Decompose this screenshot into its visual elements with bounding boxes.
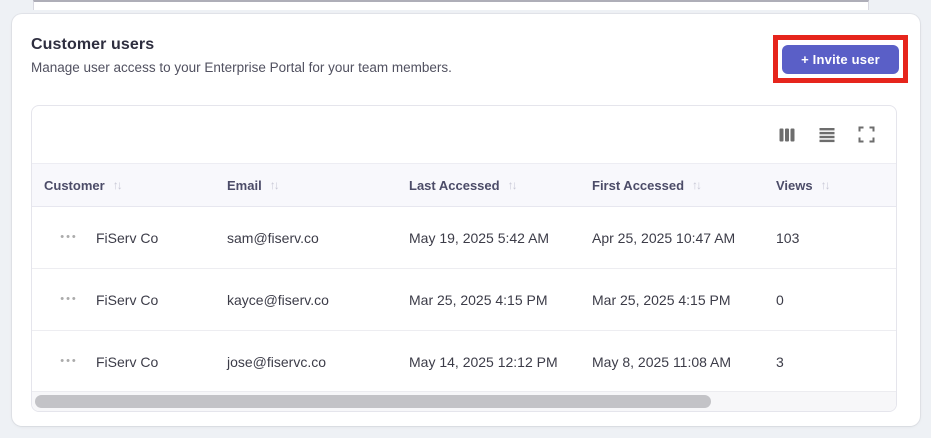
sort-icon[interactable]: ↑↓ bbox=[508, 178, 518, 192]
row-menu-icon[interactable]: ••• bbox=[58, 232, 80, 243]
invite-user-button[interactable]: + Invite user bbox=[782, 44, 899, 74]
email-cell: kayce@fiserv.co bbox=[227, 291, 329, 308]
column-header-views[interactable]: Views ↑↓ bbox=[764, 178, 896, 193]
column-label: Views bbox=[776, 177, 813, 193]
columns-icon[interactable] bbox=[778, 126, 796, 144]
density-icon[interactable] bbox=[818, 126, 836, 144]
table-toolbar bbox=[32, 106, 896, 163]
table-header-row: Customer ↑↓ Email ↑↓ Last Accessed ↑↓ Fi… bbox=[32, 163, 896, 207]
sort-icon[interactable]: ↑↓ bbox=[270, 178, 280, 192]
views-cell: 0 bbox=[776, 291, 784, 308]
column-header-customer[interactable]: Customer ↑↓ bbox=[32, 178, 215, 193]
customer-name: FiServ Co bbox=[96, 291, 159, 308]
email-cell: jose@fiservc.co bbox=[227, 353, 327, 370]
fullscreen-icon[interactable] bbox=[858, 126, 876, 144]
customer-cell: ••• FiServ Co bbox=[32, 230, 215, 246]
horizontal-scrollbar-track bbox=[32, 391, 896, 411]
first-accessed-cell: Apr 25, 2025 10:47 AM bbox=[592, 229, 736, 246]
table-row: ••• FiServ Co kayce@fiserv.co Mar 25, 20… bbox=[32, 269, 896, 331]
row-menu-icon[interactable]: ••• bbox=[58, 356, 80, 367]
customer-name: FiServ Co bbox=[96, 229, 159, 246]
customer-users-card: Customer users Manage user access to you… bbox=[12, 14, 920, 426]
last-accessed-cell: Mar 25, 2025 4:15 PM bbox=[409, 291, 548, 308]
column-label: Customer bbox=[44, 177, 105, 193]
last-accessed-cell: May 19, 2025 5:42 AM bbox=[409, 229, 550, 246]
table-row: ••• FiServ Co jose@fiservc.co May 14, 20… bbox=[32, 331, 896, 393]
customer-cell: ••• FiServ Co bbox=[32, 354, 215, 370]
last-accessed-cell: May 14, 2025 12:12 PM bbox=[409, 353, 558, 370]
row-menu-icon[interactable]: ••• bbox=[58, 294, 80, 305]
users-table: Customer ↑↓ Email ↑↓ Last Accessed ↑↓ Fi… bbox=[31, 105, 897, 412]
views-cell: 103 bbox=[776, 229, 800, 246]
sort-icon[interactable]: ↑↓ bbox=[692, 178, 702, 192]
previous-section-edge bbox=[33, 0, 869, 10]
sort-icon[interactable]: ↑↓ bbox=[113, 178, 123, 192]
sort-icon[interactable]: ↑↓ bbox=[821, 178, 831, 192]
column-header-email[interactable]: Email ↑↓ bbox=[215, 178, 397, 193]
column-header-last-accessed[interactable]: Last Accessed ↑↓ bbox=[397, 178, 580, 193]
column-label: Last Accessed bbox=[409, 177, 500, 193]
red-highlight-annotation: + Invite user bbox=[773, 35, 908, 83]
column-label: Email bbox=[227, 177, 262, 193]
customer-cell: ••• FiServ Co bbox=[32, 292, 215, 308]
first-accessed-cell: Mar 25, 2025 4:15 PM bbox=[592, 291, 731, 308]
table-row: ••• FiServ Co sam@fiserv.co May 19, 2025… bbox=[32, 207, 896, 269]
first-accessed-cell: May 8, 2025 11:08 AM bbox=[592, 353, 732, 370]
email-cell: sam@fiserv.co bbox=[227, 229, 319, 246]
horizontal-scrollbar-thumb[interactable] bbox=[35, 395, 711, 408]
column-header-first-accessed[interactable]: First Accessed ↑↓ bbox=[580, 178, 764, 193]
card-header: Customer users Manage user access to you… bbox=[12, 14, 920, 83]
customer-name: FiServ Co bbox=[96, 353, 159, 370]
views-cell: 3 bbox=[776, 353, 784, 370]
column-label: First Accessed bbox=[592, 177, 685, 193]
